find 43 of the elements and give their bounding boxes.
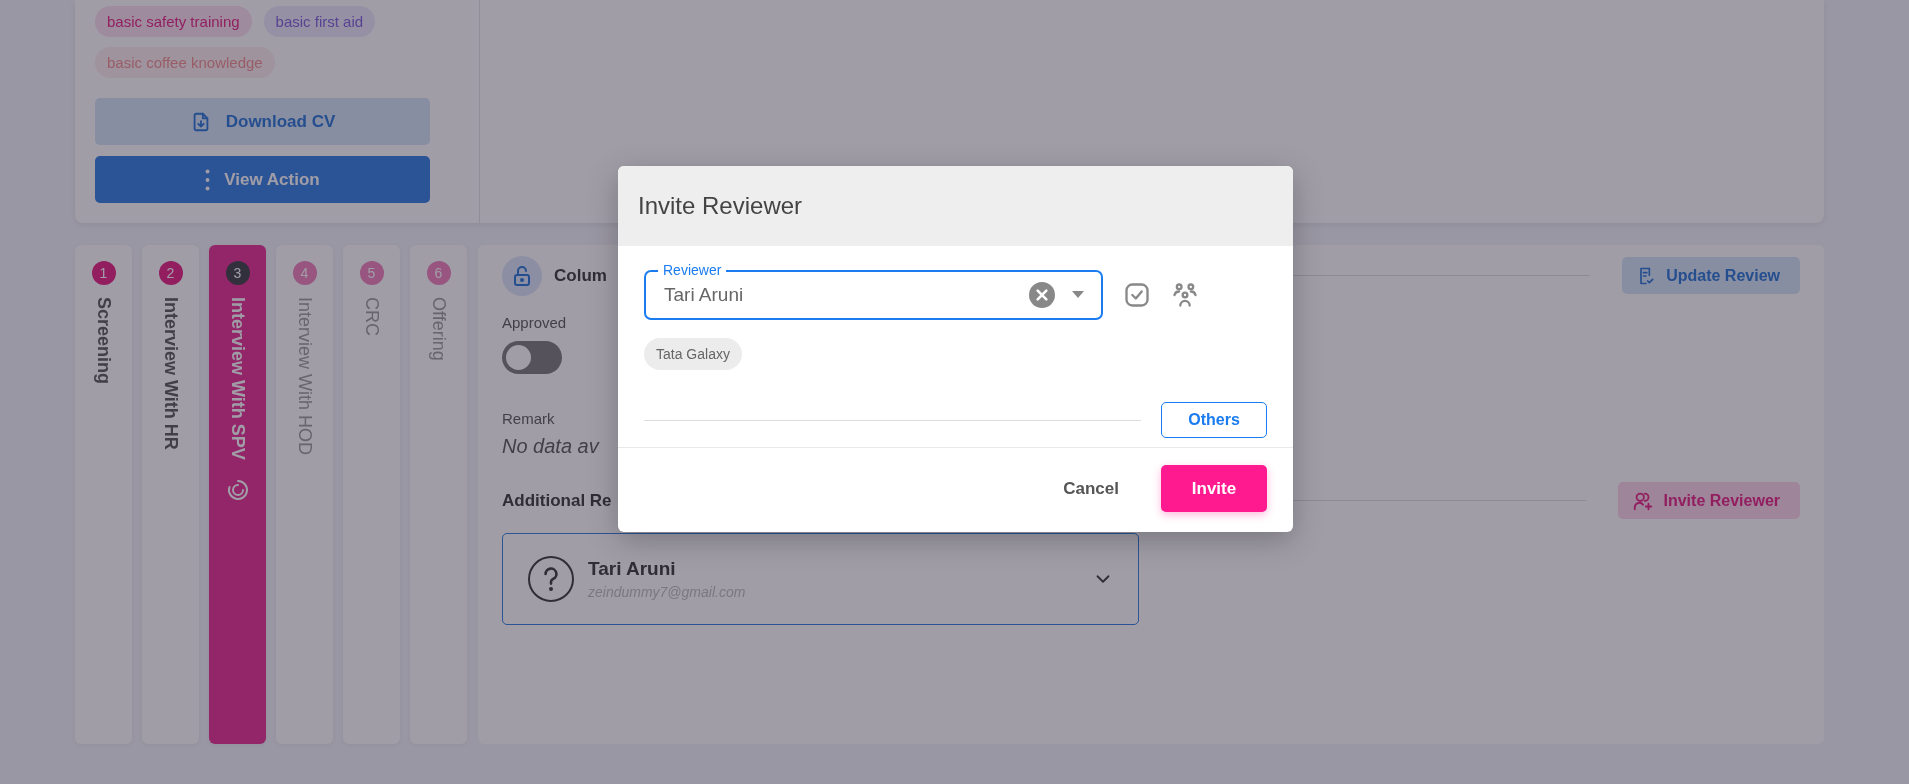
step-number: 2 (158, 261, 183, 285)
step-number: 3 (225, 261, 250, 285)
remark-text: No data av (502, 435, 599, 458)
step-number: 1 (91, 261, 116, 285)
stage-tab[interactable]: 5 CRC (343, 245, 400, 744)
spinner-icon (225, 477, 250, 502)
users-icon[interactable] (1171, 281, 1199, 309)
invite-reviewer-button[interactable]: Invite Reviewer (1617, 482, 1800, 519)
caret-icon[interactable] (1071, 291, 1085, 299)
others-button[interactable]: Others (1161, 402, 1267, 438)
check-square-icon[interactable] (1123, 281, 1151, 309)
approved-toggle[interactable] (502, 341, 562, 374)
skill-tag: basic first aid (263, 6, 376, 37)
section-title: Colum (554, 265, 607, 286)
section-title: Additional Re (502, 490, 612, 511)
reviewer-name: Tari Aruni (588, 558, 677, 580)
step-number: 6 (426, 261, 451, 285)
stage-label: Interview With HR (160, 297, 181, 450)
stage-tab[interactable]: 1 Screening (75, 245, 132, 744)
cancel-button[interactable]: Cancel (1051, 468, 1131, 509)
group-chip[interactable]: Tata Galaxy (644, 338, 742, 370)
stage-tab[interactable]: 3 Interview With SPV (209, 245, 266, 744)
update-review-button[interactable]: Update Review (1622, 257, 1800, 294)
stage-tab[interactable]: 2 Interview With HR (142, 245, 199, 744)
step-number: 4 (292, 261, 317, 285)
download-cv-button[interactable]: Download CV (95, 98, 430, 145)
stage-label: Interview With HOD (294, 297, 315, 456)
stage-label: Offering (428, 297, 449, 361)
stage-tab[interactable]: 6 Offering (410, 245, 467, 744)
field-label: Remark (502, 410, 555, 427)
stage-label: Screening (93, 297, 114, 385)
stage-label: CRC (361, 297, 382, 336)
dialog-title: Invite Reviewer (638, 192, 803, 220)
more-vertical-icon (205, 168, 211, 191)
view-action-button[interactable]: View Action (95, 156, 430, 203)
stage-label: Interview With SPV (227, 297, 248, 460)
question-avatar-icon (527, 555, 575, 603)
invite-button[interactable]: Invite (1161, 465, 1267, 512)
clear-icon[interactable] (1029, 282, 1055, 308)
stage-tab[interactable]: 4 Interview With HOD (276, 245, 333, 744)
step-number: 5 (359, 261, 384, 285)
field-label: Approved (502, 314, 567, 331)
skill-tag: basic safety training (95, 6, 252, 37)
